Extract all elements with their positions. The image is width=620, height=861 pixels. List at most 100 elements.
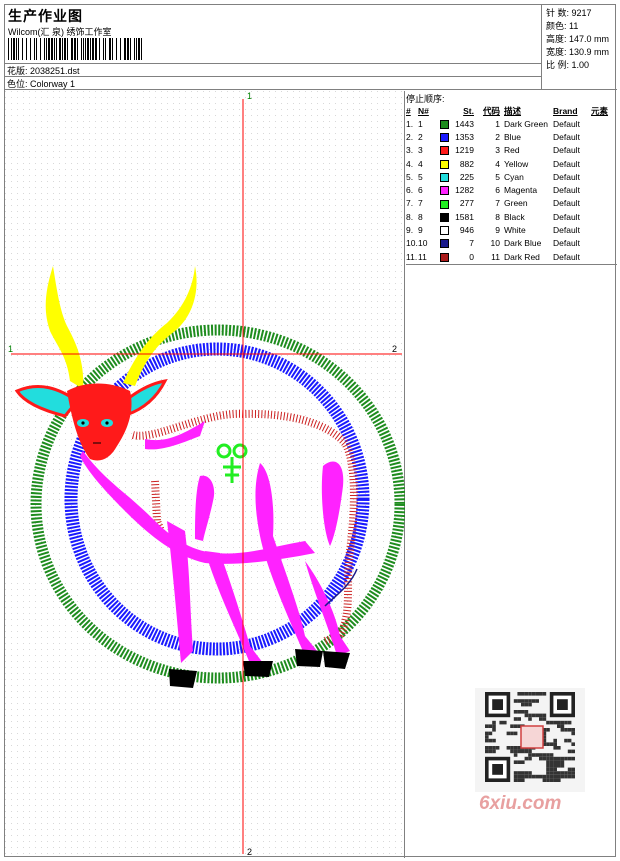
table-row: 4. 4 882 4 Yellow Default [406,157,615,170]
stat-label: 宽度 [546,47,565,57]
row-swatch [440,250,452,263]
row-brand: Default [553,211,580,222]
row-element [591,223,615,236]
table-row: 7. 7 277 7 Green Default [406,197,615,210]
row-swatch [440,157,452,170]
axis-label-bottom: 2 [247,847,252,857]
row-index: 11. [406,251,418,262]
row-swatch [440,144,452,157]
row-element [591,210,615,223]
color-swatch [440,226,449,236]
row-description: Red [504,145,520,156]
qr-code-image [475,688,585,792]
page-title: 生产作业图 [8,8,83,24]
row-needle: 7 [418,198,423,209]
row-element [591,197,615,210]
table-row: 8. 8 1581 8 Black Default [406,210,615,223]
row-index: 1. [406,118,414,129]
axis-label-right: 2 [392,344,397,354]
row-stitches: 1443 [455,118,474,129]
row-description: Dark Red [504,251,540,262]
divider [5,76,542,77]
table-row: 1. 1 1443 1 Dark Green Default [406,117,615,130]
row-swatch [440,170,452,183]
table-row: 10. 10 7 10 Dark Blue Default [406,237,615,250]
color-swatch [440,172,449,182]
stat-value: 9217 [571,8,592,18]
row-code: 6 [495,185,500,196]
row-needle: 4 [418,158,423,169]
col-needle: N# [418,105,429,116]
row-element [591,157,615,170]
row-brand: Default [553,198,580,209]
row-description: Magenta [504,185,538,196]
row-stitches: 1353 [455,131,474,142]
row-stitches: 1282 [455,185,474,196]
row-swatch [440,197,452,210]
row-needle: 8 [418,211,423,222]
stat-row: 高度: 147.0 mm [546,34,610,44]
row-stitches: 1581 [455,211,474,222]
row-code: 10 [490,238,500,249]
row-needle: 1 [418,118,423,129]
table-row: 2. 2 1353 2 Blue Default [406,130,615,143]
color-swatch [440,212,449,222]
col-brand: Brand [553,105,578,116]
axis-label-top: 1 [247,91,252,101]
row-swatch [440,223,452,236]
row-swatch [440,237,452,250]
col-description: 描述 [504,105,522,116]
stat-label: 针 数 [546,8,567,18]
row-brand: Default [553,225,580,236]
color-swatch [440,133,449,143]
row-element [591,144,615,157]
table-row: 9. 9 946 9 White Default [406,223,615,236]
row-index: 8. [406,211,414,222]
row-code: 8 [495,211,500,222]
row-index: 2. [406,131,414,142]
row-needle: 11 [418,251,427,262]
row-brand: Default [553,238,580,249]
row-needle: 3 [418,145,423,156]
row-code: 3 [495,145,500,156]
row-index: 6. [406,185,414,196]
row-stitches: 277 [459,198,474,209]
row-brand: Default [553,131,580,142]
color-swatch [440,199,449,209]
color-swatch [440,252,449,262]
row-index: 5. [406,171,414,182]
row-code: 11 [491,251,500,262]
row-description: White [504,225,526,236]
row-element [591,170,615,183]
stat-value: 147.0 mm [569,34,610,44]
stat-row: 颜色: 11 [546,21,579,31]
row-element [591,130,615,143]
color-swatch [440,239,449,249]
table-row: 3. 3 1219 3 Red Default [406,144,615,157]
row-description: Green [504,198,528,209]
row-code: 2 [495,131,500,142]
row-needle: 6 [418,185,423,196]
stat-row: 比 例: 1.00 [546,60,590,70]
stat-value: 1.00 [571,60,590,70]
production-worksheet: 生产作业图 Wilcom(汇 泉) 绣饰工作室 花版: 2038251.dst … [4,4,617,858]
row-brand: Default [553,145,580,156]
stat-label: 比 例 [546,60,567,70]
col-stitches: St. [463,105,474,116]
row-description: Dark Blue [504,238,542,249]
row-description: Blue [504,131,522,142]
row-swatch [440,183,452,196]
row-brand: Default [553,118,580,129]
col-index: # [406,105,411,116]
watermark-logo: 6xiu.com [479,793,562,814]
header: 生产作业图 Wilcom(汇 泉) 绣饰工作室 花版: 2038251.dst … [5,5,617,90]
row-code: 4 [495,158,500,169]
row-element [591,117,615,130]
barcode-image [8,38,142,60]
stat-row: 针 数: 9217 [546,8,592,18]
studio-name: Wilcom(汇 泉) 绣饰工作室 [8,27,112,37]
colorway-label: 色位: Colorway 1 [7,79,76,89]
table-row: 6. 6 1282 6 Magenta Default [406,183,615,196]
divider [5,63,542,64]
row-swatch [440,117,452,130]
